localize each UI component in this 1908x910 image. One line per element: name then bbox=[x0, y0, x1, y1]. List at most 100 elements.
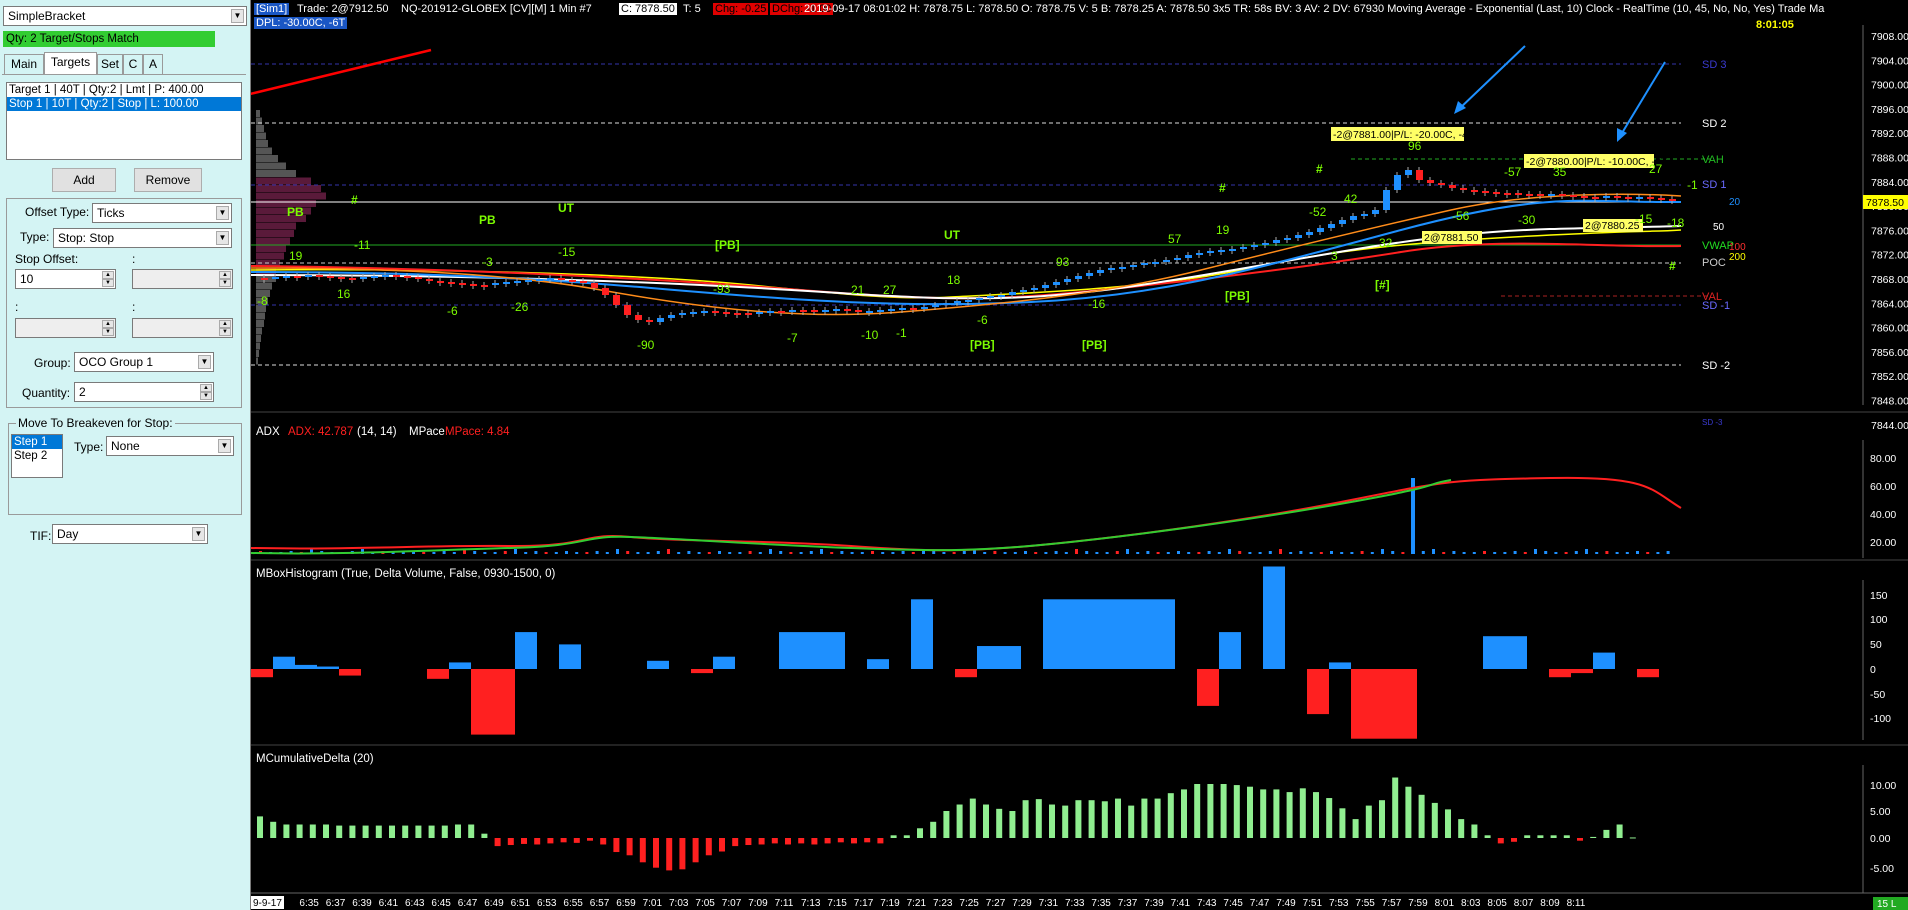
mcd-title: MCumulativeDelta (20) bbox=[256, 753, 374, 765]
colon-label: : bbox=[132, 300, 136, 314]
chart-canvas[interactable]: -2@7881.00|P/L: -20.00C, -4T -2@7880.00|… bbox=[251, 0, 1908, 910]
mpace-bar bbox=[1258, 552, 1262, 554]
chevron-down-icon: ▼ bbox=[216, 206, 229, 220]
mpace-bar bbox=[514, 549, 517, 554]
mpace-bar bbox=[1156, 552, 1160, 554]
candle bbox=[1328, 224, 1335, 228]
mbox-bar bbox=[1351, 669, 1373, 739]
strategy-select[interactable]: SimpleBracket ▼ bbox=[3, 6, 247, 26]
mpace-bar bbox=[1003, 552, 1007, 554]
order-item-target[interactable]: Target 1 | 40T | Qty:2 | Lmt | P: 400.00 bbox=[7, 83, 241, 97]
candle bbox=[1174, 258, 1181, 260]
price-tick: 7860.00 bbox=[1871, 323, 1908, 335]
price-tick: 7872.00 bbox=[1871, 250, 1908, 262]
mbox-bar bbox=[1395, 669, 1417, 739]
price-tick: 7852.00 bbox=[1871, 371, 1908, 383]
group-select[interactable]: OCO Group 1 ▼ bbox=[74, 352, 214, 372]
order-type-select[interactable]: Stop: Stop ▼ bbox=[53, 228, 232, 248]
cumulative-delta-bar bbox=[1035, 799, 1042, 838]
candle bbox=[1284, 238, 1291, 240]
cumulative-delta-bar bbox=[653, 838, 659, 868]
step-item[interactable]: Step 2 bbox=[12, 449, 62, 463]
current-price-label: 7878.50 bbox=[1866, 197, 1904, 209]
mbox-bar bbox=[317, 666, 339, 669]
mpace-bar bbox=[1442, 552, 1446, 554]
offset-type-select[interactable]: Ticks ▼ bbox=[92, 203, 232, 223]
cumulative-delta-bar bbox=[1299, 788, 1306, 838]
cumulative-delta-bar bbox=[1260, 789, 1267, 838]
cumulative-delta-bar bbox=[521, 838, 527, 844]
spin-up-icon[interactable]: ▲ bbox=[102, 271, 114, 279]
delta-label: 21 bbox=[851, 283, 865, 297]
ma-period-labels: 50 100 200 20 bbox=[1713, 197, 1746, 263]
candle bbox=[668, 315, 675, 318]
spin-down-icon[interactable]: ▼ bbox=[102, 279, 114, 287]
mpace-bar bbox=[881, 552, 885, 554]
stop-offset-stepper[interactable]: 10 ▲ ▼ bbox=[15, 269, 116, 289]
candle bbox=[514, 281, 521, 283]
steps-list[interactable]: Step 1 Step 2 bbox=[11, 434, 63, 478]
spin-down-icon[interactable]: ▼ bbox=[200, 392, 212, 400]
candle bbox=[1097, 270, 1104, 273]
tif-select[interactable]: Day ▼ bbox=[52, 524, 208, 544]
tab-c[interactable]: C bbox=[123, 54, 143, 74]
spin-up-icon[interactable]: ▲ bbox=[200, 384, 212, 392]
add-button[interactable]: Add bbox=[52, 168, 116, 192]
cumulative-delta-bar bbox=[1537, 835, 1544, 838]
profile-bar bbox=[256, 162, 286, 170]
mpace-bar bbox=[1126, 549, 1129, 554]
mpace-bar bbox=[452, 552, 456, 554]
cumulative-delta-bar bbox=[415, 825, 422, 838]
quantity-stepper[interactable]: 2 ▲ ▼ bbox=[74, 382, 214, 402]
candle bbox=[547, 278, 554, 280]
mbox-bar bbox=[273, 656, 295, 669]
cumulative-delta-bar bbox=[323, 824, 329, 838]
mbox-tick: -50 bbox=[1870, 689, 1885, 701]
profile-bar bbox=[256, 350, 259, 357]
mpace-bar bbox=[432, 552, 436, 554]
chevron-down-icon: ▼ bbox=[231, 9, 244, 23]
candle bbox=[393, 275, 400, 277]
tab-targets[interactable]: Targets bbox=[44, 52, 97, 75]
profile-bar bbox=[256, 155, 278, 162]
profile-bar bbox=[256, 222, 296, 230]
mpace-bar bbox=[687, 551, 691, 554]
step-item[interactable]: Step 1 bbox=[12, 435, 62, 449]
tab-main[interactable]: Main bbox=[4, 54, 44, 74]
colon-label: : bbox=[15, 300, 19, 314]
profile-bar bbox=[256, 132, 266, 140]
cumulative-delta-bar bbox=[1379, 800, 1385, 838]
delta-label: -26 bbox=[511, 300, 529, 314]
candle bbox=[283, 276, 290, 278]
mbox-bar bbox=[515, 632, 537, 669]
mpace-bar bbox=[1268, 551, 1272, 554]
price-axis: 7908.00 7904.00 7900.00 7896.00 7892.00 7888.… bbox=[1871, 31, 1908, 432]
mpace-bar bbox=[901, 551, 905, 554]
chart-area[interactable]: [Sim1] Trade: 2@7912.50 NQ-201912-GLOBEX… bbox=[251, 0, 1908, 910]
candle bbox=[756, 312, 763, 314]
orders-list[interactable]: Target 1 | 40T | Qty:2 | Lmt | P: 400.00… bbox=[6, 82, 242, 160]
candle bbox=[261, 278, 268, 280]
candle bbox=[569, 280, 576, 282]
order-item-stop[interactable]: Stop 1 | 10T | Qty:2 | Stop | L: 100.00 bbox=[7, 97, 241, 111]
cumulative-delta-bar bbox=[824, 838, 831, 844]
cumulative-delta-bar bbox=[864, 838, 871, 843]
remove-button[interactable]: Remove bbox=[134, 168, 202, 192]
mbox-bar bbox=[427, 669, 449, 679]
cumulative-delta-bar bbox=[1075, 800, 1082, 838]
tab-set[interactable]: Set bbox=[97, 54, 123, 74]
candle bbox=[866, 311, 873, 313]
breakeven-title: Move To Breakeven for Stop: bbox=[16, 416, 175, 430]
mbox-bar bbox=[779, 632, 801, 669]
profile-bar bbox=[256, 185, 321, 192]
time-tick: 7:39 bbox=[1144, 898, 1164, 909]
time-tick: 7:31 bbox=[1039, 898, 1059, 909]
candle bbox=[1306, 232, 1313, 235]
mpace-bar bbox=[1064, 552, 1068, 554]
breakeven-type-value: None bbox=[111, 439, 140, 453]
breakeven-type-select[interactable]: None ▼ bbox=[106, 436, 234, 456]
tab-a[interactable]: A bbox=[143, 54, 163, 74]
profile-bar bbox=[256, 125, 264, 132]
cumulative-delta-bar bbox=[1590, 836, 1597, 838]
time-tick: 7:45 bbox=[1223, 898, 1243, 909]
